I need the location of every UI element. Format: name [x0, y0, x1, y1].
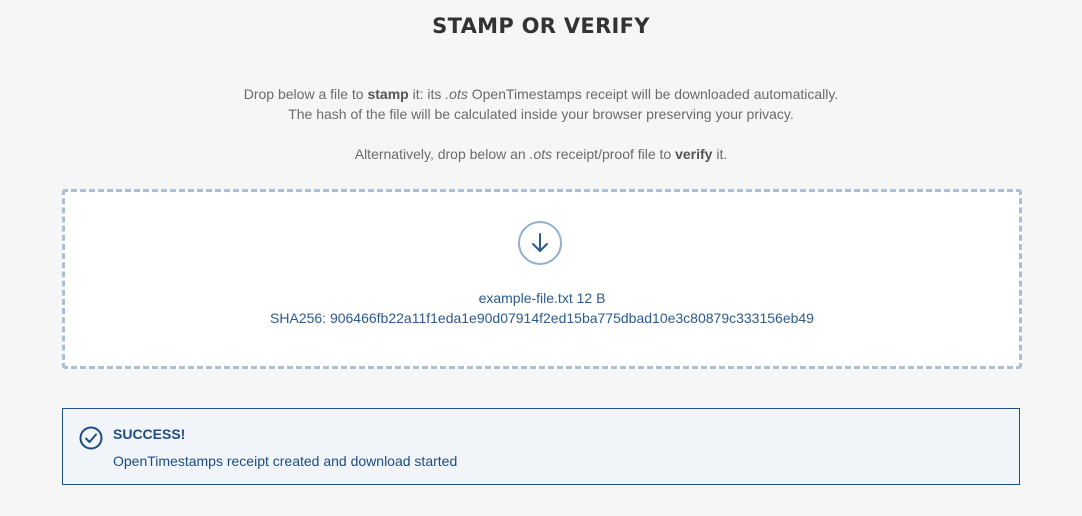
intro-verify-text: Alternatively, drop below an .ots receip… [0, 144, 1082, 164]
file-dropzone[interactable]: example-file.txt 12 B SHA256: 906466fb22… [62, 189, 1022, 369]
file-info: example-file.txt 12 B [65, 288, 1019, 308]
intro-line-2: The hash of the file will be calculated … [288, 106, 794, 122]
hash-value: 906466fb22a11f1eda1e90d07914f2ed15ba775d… [329, 310, 814, 326]
verify-emphasis: verify [675, 146, 713, 162]
file-name: example-file.txt [478, 290, 573, 306]
intro-line-1: Drop below a file to stamp it: its .ots … [244, 86, 839, 102]
success-alert: SUCCESS! OpenTimestamps receipt created … [62, 408, 1020, 485]
file-hash: SHA256: 906466fb22a11f1eda1e90d07914f2ed… [65, 308, 1019, 328]
ots-extension: .ots [445, 86, 468, 102]
intro-text-segment: OpenTimestamps receipt will be downloade… [467, 86, 839, 102]
ots-extension: .ots [529, 146, 553, 162]
arrow-down-icon [532, 233, 548, 252]
intro-text-segment: Alternatively, drop below an [354, 146, 530, 162]
alert-title: SUCCESS! [113, 426, 186, 442]
hash-label: SHA256: [270, 310, 327, 326]
download-arrow-icon[interactable] [518, 221, 562, 265]
intro-text-segment: it. [712, 146, 728, 162]
intro-text-segment: receipt/proof file to [552, 146, 676, 162]
page-title: STAMP OR VERIFY [432, 14, 650, 38]
intro-text: Drop below a file to stamp it: its .ots … [0, 84, 1082, 124]
check-circle-icon [79, 426, 103, 450]
alert-message: OpenTimestamps receipt created and downl… [113, 453, 458, 469]
intro-text-segment: Drop below a file to [243, 86, 368, 102]
stamp-emphasis: stamp [367, 86, 409, 102]
intro-text-segment: it: its [408, 86, 446, 102]
file-size: 12 B [576, 290, 606, 306]
